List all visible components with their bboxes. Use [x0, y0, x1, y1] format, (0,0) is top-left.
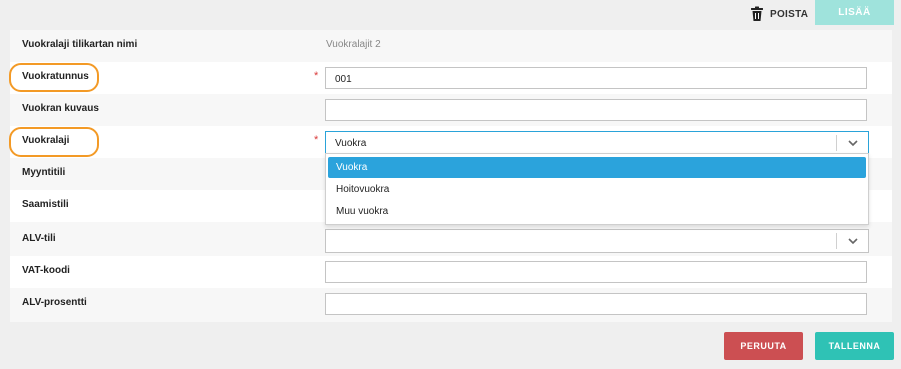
- select-separator: [836, 233, 837, 249]
- rent-description-label: Vuokran kuvaus: [22, 103, 99, 114]
- rent-code-input[interactable]: 001: [325, 67, 867, 89]
- vat-code-input[interactable]: [325, 261, 867, 283]
- vat-percent-label: ALV-prosentti: [22, 297, 87, 308]
- highlight-ring: [9, 127, 99, 157]
- dropdown-option[interactable]: Muu vuokra: [328, 201, 866, 222]
- dropdown-option[interactable]: Hoitovuokra: [328, 179, 866, 200]
- chevron-down-icon[interactable]: [847, 137, 859, 149]
- vat-percent-input[interactable]: [325, 293, 867, 315]
- vat-account-label: ALV-tili: [22, 233, 56, 244]
- dropdown-option[interactable]: Vuokra: [328, 157, 866, 178]
- row-rent-description: Vuokran kuvaus: [10, 94, 892, 126]
- row-vat-percent: ALV-prosentti: [10, 288, 892, 320]
- rent-type-select[interactable]: Vuokra: [325, 131, 869, 155]
- vat-code-label: VAT-koodi: [22, 265, 70, 276]
- vat-account-select[interactable]: [325, 229, 869, 253]
- delete-button[interactable]: POISTA: [750, 4, 808, 24]
- highlight-ring: [9, 63, 99, 92]
- trash-icon: [751, 6, 763, 21]
- add-button[interactable]: LISÄÄ: [815, 0, 894, 25]
- rent-type-selected-value: Vuokra: [335, 138, 367, 149]
- cancel-button[interactable]: PERUUTA: [724, 332, 803, 360]
- receivables-account-label: Saamistili: [22, 199, 69, 210]
- row-account-name: Vuokralaji tilikartan nimi Vuokralajit 2: [10, 30, 892, 62]
- toolbar: POISTA LISÄÄ: [0, 0, 901, 30]
- save-button[interactable]: TALLENNA: [815, 332, 894, 360]
- required-mark: *: [314, 70, 319, 82]
- row-vat-code: VAT-koodi: [10, 256, 892, 288]
- rent-description-input[interactable]: [325, 99, 867, 121]
- select-separator: [836, 135, 837, 151]
- row-rent-code: Vuokratunnus * 001: [10, 62, 892, 94]
- account-name-label: Vuokralaji tilikartan nimi: [22, 39, 138, 50]
- row-vat-account: ALV-tili: [10, 224, 892, 256]
- chevron-down-icon[interactable]: [847, 235, 859, 247]
- account-name-value: Vuokralajit 2: [326, 39, 381, 50]
- required-mark: *: [314, 134, 319, 146]
- delete-button-label: POISTA: [770, 8, 809, 20]
- rent-type-dropdown-menu: Vuokra Hoitovuokra Muu vuokra: [325, 153, 869, 225]
- sales-account-label: Myyntitili: [22, 167, 66, 178]
